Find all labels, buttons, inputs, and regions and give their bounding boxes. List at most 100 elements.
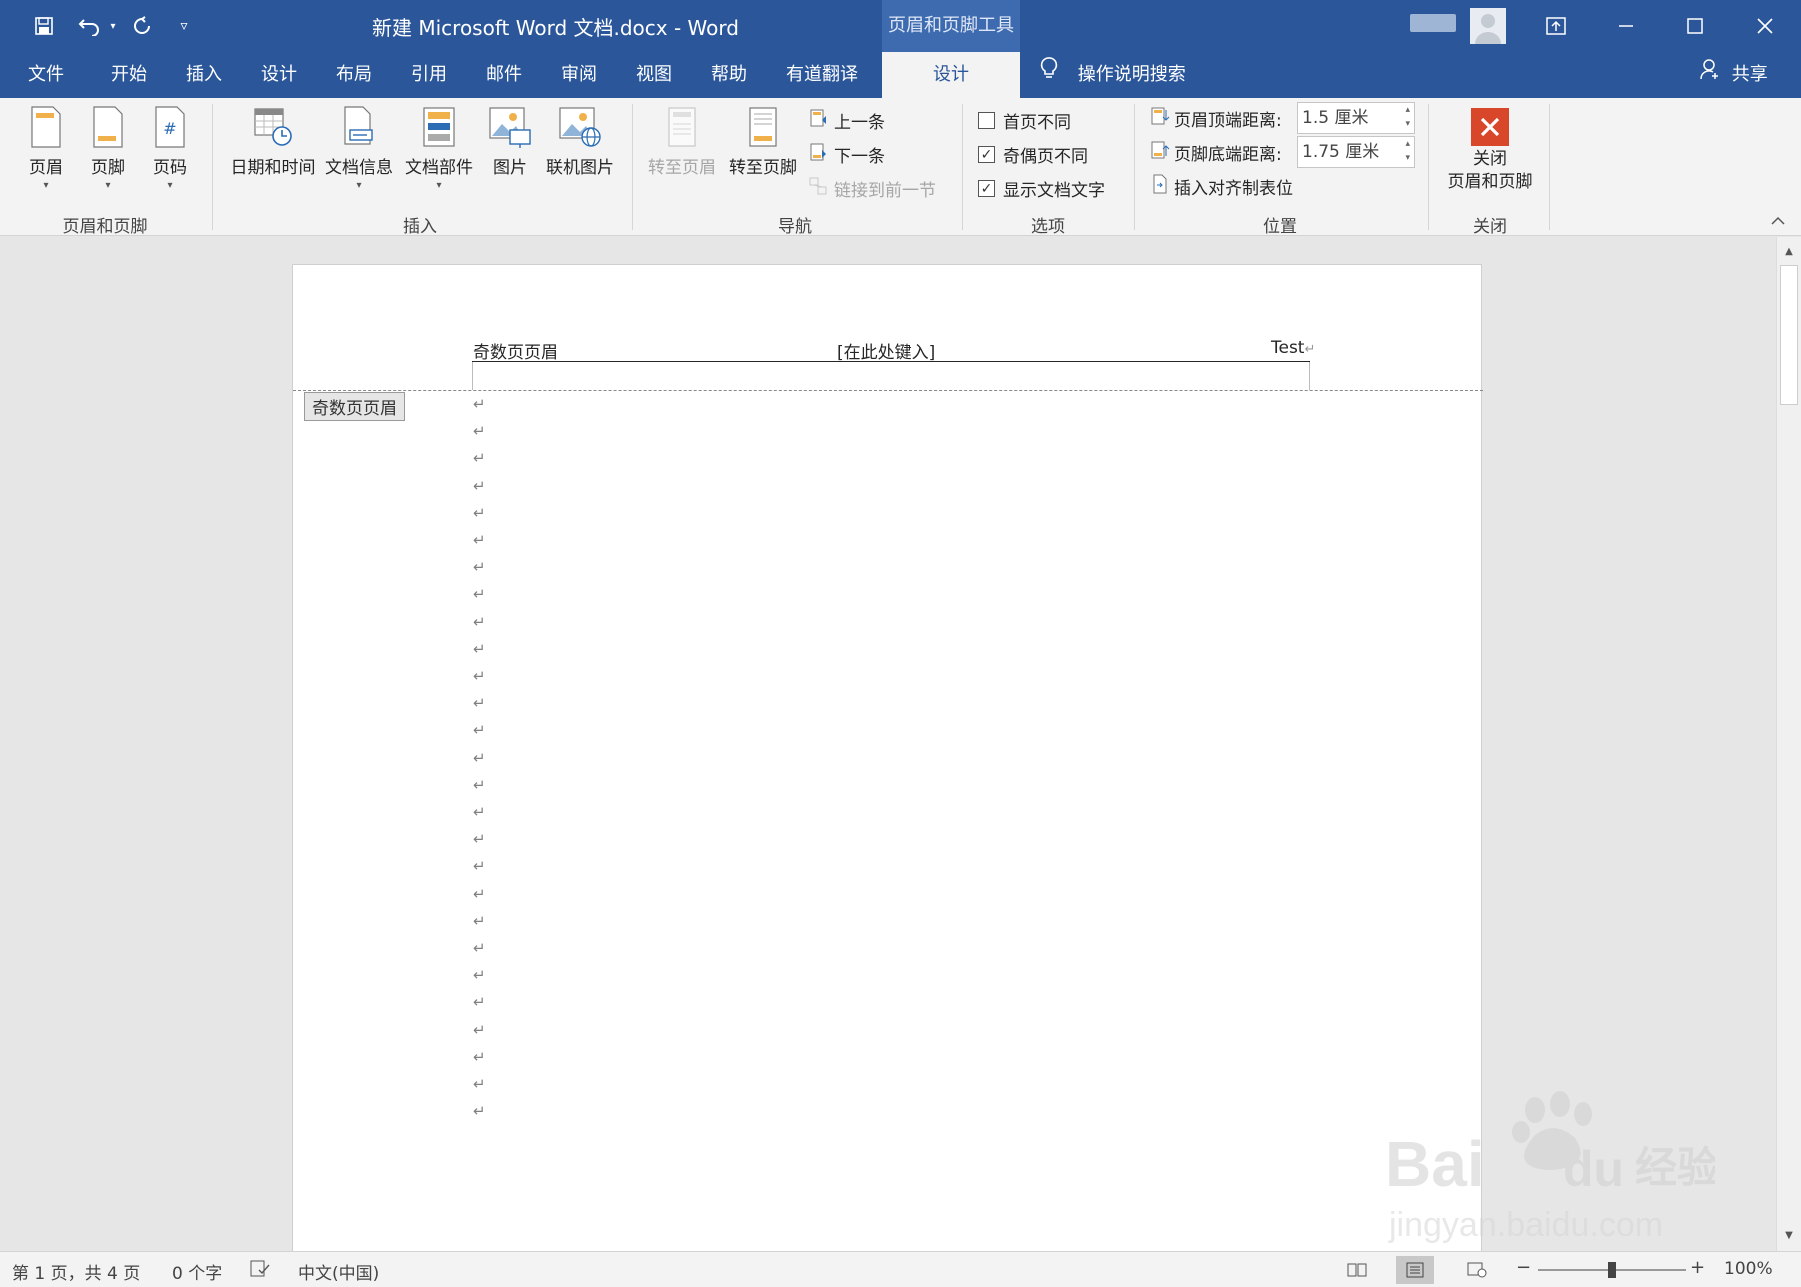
tell-me-search[interactable]: 操作说明搜索 [1040,52,1186,98]
doc-info-button[interactable]: 文档信息 ▾ [322,106,396,191]
paragraph-mark[interactable]: ↵ [473,885,486,903]
share-button[interactable]: 共享 [1700,52,1768,98]
footer-bottom-input[interactable]: 1.75 厘米 ▴ ▾ [1297,136,1415,168]
scroll-down-icon[interactable]: ▼ [1777,1225,1801,1247]
checkbox-first-page[interactable] [978,112,995,129]
zoom-slider-thumb[interactable] [1608,1262,1616,1278]
checkbox-odd-even[interactable]: ✓ [978,146,995,163]
different-first-page-checkbox[interactable]: 首页不同 [978,108,1071,133]
page-count[interactable]: 第 1 页，共 4 页 [12,1259,140,1284]
zoom-out-button[interactable]: − [1516,1257,1531,1278]
redo-icon[interactable] [126,10,158,42]
tab-home[interactable]: 开始 [98,52,160,98]
paragraph-mark[interactable]: ↵ [473,504,486,522]
collapse-ribbon-icon[interactable] [1770,214,1786,230]
different-odd-even-checkbox[interactable]: ✓ 奇偶页不同 [978,142,1088,167]
vertical-scrollbar[interactable]: ▲ ▼ [1776,237,1801,1251]
avatar[interactable] [1470,8,1506,44]
zoom-level[interactable]: 100% [1724,1259,1773,1279]
word-count[interactable]: 0 个字 [172,1259,222,1284]
paragraph-mark[interactable]: ↵ [473,395,486,413]
paragraph-mark[interactable]: ↵ [473,803,486,821]
paragraph-mark[interactable]: ↵ [473,939,486,957]
paragraph-mark[interactable]: ↵ [473,721,486,739]
checkbox-show-doc-text[interactable]: ✓ [978,180,995,197]
footer-button[interactable]: 页脚 ▾ [84,106,132,191]
header-area[interactable] [472,362,1310,390]
proofing-icon[interactable] [250,1260,270,1283]
paragraph-mark[interactable]: ↵ [473,1075,486,1093]
header-button[interactable]: 页眉 ▾ [22,106,70,191]
paragraph-mark[interactable]: ↵ [473,776,486,794]
paragraph-mark[interactable]: ↵ [473,1021,486,1039]
zoom-slider[interactable] [1538,1262,1686,1278]
close-header-footer-button[interactable]: 关闭 页眉和页脚 [1438,108,1542,194]
zoom-in-button[interactable]: + [1690,1257,1705,1278]
tab-layout[interactable]: 布局 [323,52,385,98]
paragraph-mark[interactable]: ↵ [473,640,486,658]
paragraph-mark[interactable]: ↵ [473,449,486,467]
goto-header-button[interactable]: 转至页眉 [644,106,720,178]
tab-file[interactable]: 文件 [18,52,74,98]
paragraph-mark[interactable]: ↵ [473,993,486,1011]
tab-hf-design[interactable]: 设计 [882,52,1020,98]
paragraph-mark[interactable]: ↵ [473,830,486,848]
tab-review[interactable]: 审阅 [548,52,610,98]
close-icon[interactable] [1735,6,1795,46]
read-mode-icon[interactable] [1338,1256,1376,1284]
tab-youdao-translate[interactable]: 有道翻译 [775,52,869,98]
paragraph-mark[interactable]: ↵ [473,966,486,984]
paragraph-mark[interactable]: ↵ [473,694,486,712]
ribbon-display-icon[interactable] [1526,6,1586,46]
scroll-up-icon[interactable]: ▲ [1777,241,1801,263]
header-left-text[interactable]: 奇数页页眉 [473,338,558,363]
next-button[interactable]: 下一条 [808,142,885,167]
paragraph-mark[interactable]: ↵ [473,912,486,930]
paragraph-mark[interactable]: ↵ [473,857,486,875]
customize-qat-icon[interactable]: ▿ [172,10,196,42]
link-previous-button[interactable]: 链接到前一节 [808,176,936,201]
header-right-text[interactable]: Test↵ [1271,338,1315,358]
tab-help[interactable]: 帮助 [698,52,760,98]
page-number-button[interactable]: # 页码 ▾ [146,106,194,191]
print-layout-icon[interactable] [1396,1256,1434,1284]
online-picture-button[interactable]: 联机图片 [543,106,617,178]
header-top-input[interactable]: 1.5 厘米 ▴ ▾ [1297,102,1415,134]
date-time-button[interactable]: 日期和时间 [226,106,320,178]
tab-references[interactable]: 引用 [398,52,460,98]
paragraph-mark[interactable]: ↵ [473,667,486,685]
header-placeholder[interactable]: [在此处键入] [837,338,935,363]
web-layout-icon[interactable] [1458,1256,1496,1284]
spin-arrows-icon[interactable]: ▴ ▾ [1405,103,1410,131]
insert-align-tab-button[interactable]: 插入对齐制表位 [1150,174,1293,199]
tab-mailings[interactable]: 邮件 [473,52,535,98]
user-name[interactable] [1410,14,1456,32]
undo-dropdown-icon[interactable]: ▾ [106,10,120,42]
paragraph-mark[interactable]: ↵ [473,531,486,549]
maximize-icon[interactable] [1665,6,1725,46]
doc-parts-button[interactable]: 文档部件 ▾ [401,106,477,191]
spin-arrows-icon[interactable]: ▴ ▾ [1405,137,1410,165]
paragraph-mark[interactable]: ↵ [473,1102,486,1120]
paragraph-mark[interactable]: ↵ [473,613,486,631]
goto-footer-button[interactable]: 转至页脚 [724,106,802,178]
previous-button[interactable]: 上一条 [808,108,885,133]
paragraph-mark[interactable]: ↵ [473,749,486,767]
save-icon[interactable] [28,10,60,42]
paragraph-mark[interactable]: ↵ [473,585,486,603]
tab-design[interactable]: 设计 [248,52,310,98]
scroll-thumb[interactable] [1780,265,1798,405]
paragraph-mark[interactable]: ↵ [473,422,486,440]
document-page[interactable]: 奇数页页眉 [在此处键入] Test↵ 奇数页页眉 ↵ ↵ ↵ ↵ ↵ ↵ ↵ ↵ ↵ ↵ ↵ ↵ ↵ ↵… [292,264,1483,1251]
language[interactable]: 中文(中国) [298,1259,379,1284]
paragraph-mark[interactable]: ↵ [473,558,486,576]
paragraph-mark[interactable]: ↵ [473,1048,486,1066]
tab-view[interactable]: 视图 [623,52,685,98]
minimize-icon[interactable] [1596,6,1656,46]
show-doc-text-checkbox[interactable]: ✓ 显示文档文字 [978,176,1105,201]
undo-icon[interactable] [72,10,108,42]
picture-button[interactable]: 图片 [484,106,536,178]
paragraph-mark[interactable]: ↵ [473,477,486,495]
tab-insert[interactable]: 插入 [173,52,235,98]
close-x-icon [1471,108,1509,146]
